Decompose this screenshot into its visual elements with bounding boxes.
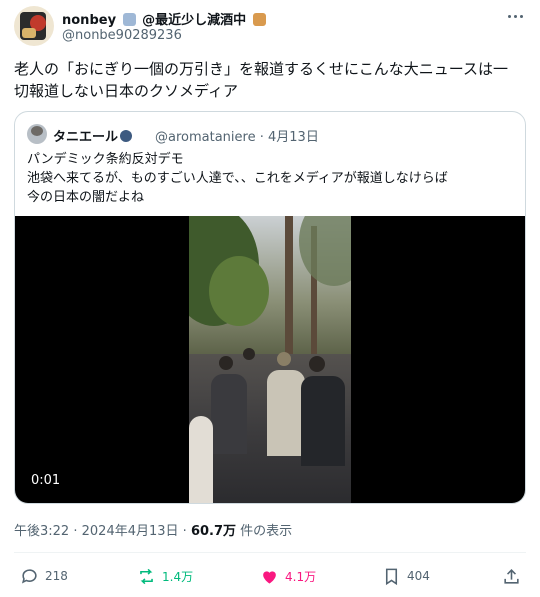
quoted-author-meta: @aromataniere · 4月13日 (155, 130, 319, 145)
repost-icon (140, 568, 153, 584)
video-player[interactable]: 0:01 (15, 216, 525, 503)
divider (14, 552, 526, 553)
share-icon (504, 568, 519, 584)
reply-button[interactable]: 218 (20, 564, 68, 588)
sake-bottle-icon (122, 13, 136, 26)
quoted-tweet-header: タニエール @aromataniere · 4月13日 (27, 124, 507, 146)
tweet-text-line: 老人の「おにぎり一個の万引き」を報道するくせにこんな大ニュースは一 (14, 60, 508, 78)
author-handle[interactable]: @nonbe90289236 (62, 28, 182, 43)
reply-icon (21, 568, 37, 584)
quoted-text-line: 今の日本の闇だよね (27, 190, 145, 205)
like-icon (263, 570, 276, 584)
share-button[interactable] (502, 564, 527, 588)
tweet-text-line: 切報道しない日本のクソメディア (14, 82, 238, 100)
view-count-suffix: 件の表示 (240, 524, 293, 539)
quoted-text-line: 池袋へ来てるが、ものすごい人達で、、これをメディアが報道しなけらば (27, 171, 448, 186)
bookmark-count: 404 (407, 569, 430, 583)
bookmark-button[interactable]: 404 (382, 564, 430, 588)
video-frame (189, 216, 351, 503)
quoted-text: パンデミック条約反対デモ 池袋へ来てるが、ものすごい人達で、、これをメディアが報… (27, 150, 507, 207)
speaking-head-icon (120, 130, 133, 142)
reply-count: 218 (45, 569, 68, 583)
like-count: 4.1万 (285, 569, 317, 584)
quoted-text-line: パンデミック条約反対デモ (27, 152, 184, 167)
tweet-date[interactable]: 2024年4月13日 (82, 524, 179, 539)
tweet-header: nonbey @最近少し減酒中 @nonbe90289236 (14, 6, 526, 46)
quoted-author-avatar (27, 124, 47, 144)
quoted-author-name: タニエール (53, 126, 133, 145)
more-icon[interactable] (506, 8, 526, 24)
video-timestamp: 0:01 (31, 473, 61, 488)
drink-glass-icon (252, 13, 266, 26)
repost-button[interactable]: 1.4万 (137, 564, 193, 588)
tweet-time[interactable]: 午後3:22 (14, 524, 69, 539)
quoted-date: 4月13日 (268, 130, 319, 145)
view-count: 60.7万 (190, 524, 237, 539)
quoted-tweet[interactable]: タニエール @aromataniere · 4月13日 パンデミック条約反対デモ… (14, 111, 526, 504)
like-button[interactable]: 4.1万 (260, 564, 316, 588)
author-display-name[interactable]: nonbey @最近少し減酒中 (62, 9, 268, 28)
action-bar: 218 1.4万 4.1万 404 (0, 564, 540, 588)
bookmark-icon (385, 568, 398, 585)
author-name-suffix: @最近少し減酒中 (142, 13, 247, 28)
tweet-text: 老人の「おにぎり一個の万引き」を報道するくせにこんな大ニュースは一 切報道しない… (14, 58, 526, 102)
author-name: nonbey (62, 13, 117, 28)
repost-count: 1.4万 (162, 569, 194, 584)
quoted-author-handle: @aromataniere (155, 130, 256, 145)
author-avatar[interactable] (14, 6, 54, 46)
tweet-meta: 午後3:22 · 2024年4月13日 · 60.7万 件の表示 (14, 524, 293, 539)
